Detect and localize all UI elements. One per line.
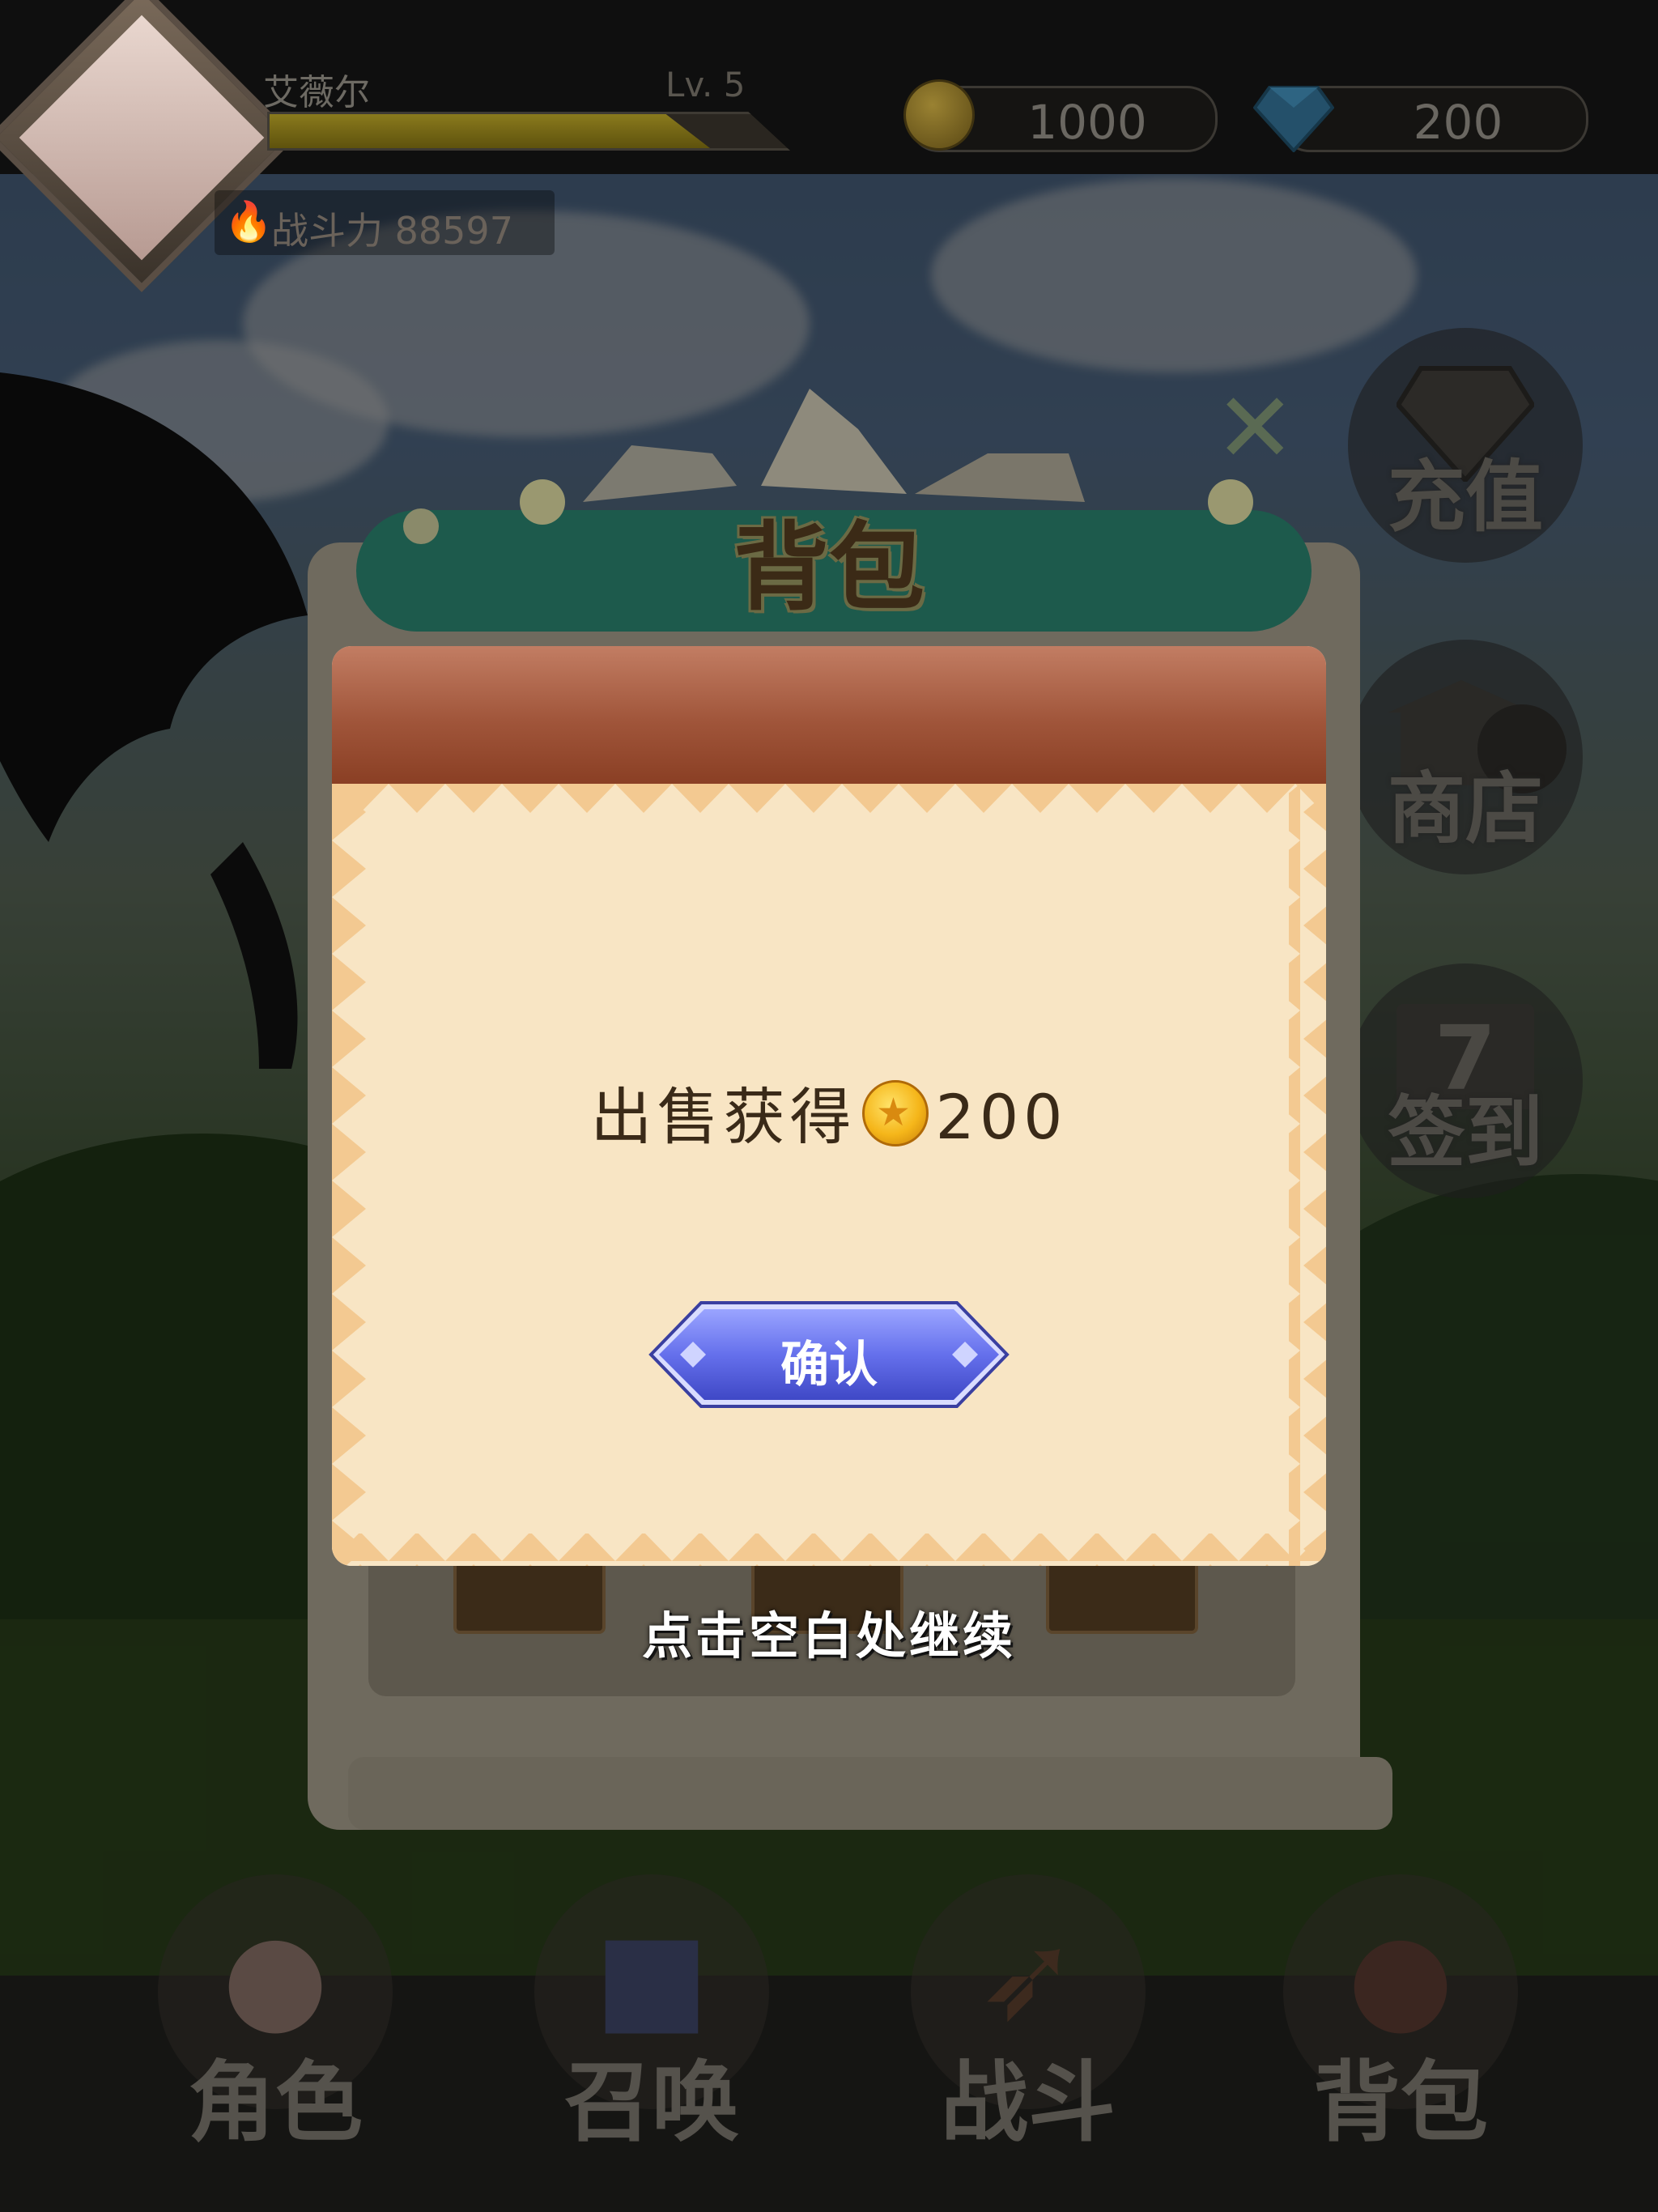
close-icon[interactable]: ✕	[1214, 381, 1296, 478]
nav-character-label: 角色	[187, 2052, 363, 2154]
scroll-roll	[348, 1757, 1392, 1830]
bag-icon: ●	[1347, 1907, 1454, 2048]
gold-coin-icon	[903, 79, 975, 151]
bow-icon: ➶	[977, 1907, 1079, 2048]
xp-bar	[267, 112, 790, 151]
dialog-header	[332, 646, 1326, 784]
xp-bar-fill	[270, 114, 710, 148]
nav-bag[interactable]: ● 背包	[1283, 1874, 1518, 2154]
flame-icon: 🔥	[224, 199, 273, 245]
continue-hint: 点击空白处继续	[641, 1606, 1016, 1665]
gold-coin-icon	[862, 1080, 929, 1146]
sell-message: 出售获得 200	[0, 1067, 1658, 1156]
gold-value: 1000	[1027, 95, 1147, 150]
player-level: Lv. 5	[665, 65, 746, 104]
character-icon: ●	[222, 1907, 329, 2048]
summon-book-icon: ■	[594, 1907, 709, 2048]
sell-amount: 200	[935, 1081, 1068, 1153]
power-value: 88597	[394, 209, 513, 253]
power-label: 战斗力	[271, 209, 383, 253]
confirm-button[interactable]: 确认	[648, 1300, 1010, 1410]
nav-bag-label: 背包	[1312, 2052, 1488, 2154]
shop-label: 商店	[1388, 764, 1543, 854]
nav-summon[interactable]: ■ 召唤	[534, 1874, 769, 2154]
dialog-body	[332, 784, 1326, 1566]
shop-button[interactable]: 商店	[1348, 640, 1583, 874]
diamond-value: 200	[1413, 95, 1503, 150]
player-name: 艾薇尔	[263, 72, 370, 113]
nav-battle-label: 战斗	[940, 2052, 1116, 2154]
diamond-icon	[1253, 86, 1334, 152]
sell-message-label: 出售获得	[590, 1081, 857, 1153]
panel-title: 背包	[733, 512, 925, 623]
nav-summon-label: 召唤	[563, 2052, 739, 2154]
nav-battle[interactable]: ➶ 战斗	[911, 1874, 1146, 2154]
zigzag-border	[332, 784, 1326, 1566]
nav-character[interactable]: ● 角色	[158, 1874, 393, 2154]
combat-power: 🔥 战斗力 88597	[215, 190, 555, 255]
confirm-button-label: 确认	[780, 1337, 878, 1393]
